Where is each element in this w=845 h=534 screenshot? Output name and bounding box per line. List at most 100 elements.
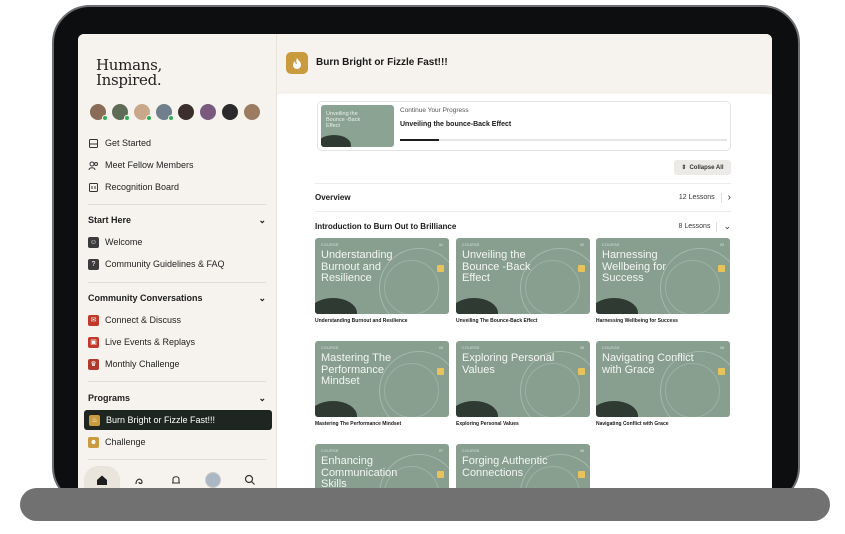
online-indicator <box>146 115 152 121</box>
divider <box>88 459 266 460</box>
nav-community-guidelines[interactable]: ? Community Guidelines & FAQ <box>88 255 225 273</box>
course-card[interactable]: COURSE 03 Harnessing Wellbeing for Success… <box>596 238 730 324</box>
thumb-decoration <box>315 298 357 314</box>
badge-icon <box>578 471 585 478</box>
course-caption: Navigating Conflict with Grace <box>596 421 669 427</box>
chevron-down-icon[interactable]: ⌄ <box>258 393 266 404</box>
divider <box>315 183 731 184</box>
course-number: 04 <box>439 346 443 350</box>
divider <box>315 211 731 212</box>
badge-icon <box>718 368 725 375</box>
avatar[interactable] <box>242 102 262 122</box>
avatar[interactable] <box>88 102 108 122</box>
thumb-decoration <box>596 298 638 314</box>
module-title: Introduction to Burn Out to Brilliance <box>315 222 457 231</box>
course-card[interactable]: COURSE 08 Forging Authentic Connections <box>456 444 590 494</box>
section-community-conversations[interactable]: Community Conversations ⌄ <box>88 293 266 304</box>
chevron-down-icon[interactable]: ⌄ <box>258 215 266 226</box>
badge-icon <box>437 368 444 375</box>
course-kicker: COURSE <box>462 243 480 247</box>
nav-challenge[interactable]: ☻ Challenge <box>88 433 146 451</box>
divider <box>88 282 266 283</box>
nav-connect-discuss[interactable]: ✉ Connect & Discuss <box>88 311 181 329</box>
course-thumb-title: Harnessing Wellbeing for Success <box>602 249 666 284</box>
flame-icon: ♨ <box>89 414 100 426</box>
continue-title: Unveiling the bounce-Back Effect <box>400 121 512 128</box>
avatar[interactable] <box>176 102 196 122</box>
nav-get-started[interactable]: Get Started <box>88 134 151 152</box>
avatar[interactable] <box>132 102 152 122</box>
nav-recognition-board[interactable]: Recognition Board <box>88 178 179 196</box>
avatar[interactable] <box>198 102 218 122</box>
chevron-down-icon[interactable]: ⌄ <box>258 293 266 304</box>
thumb-decoration <box>315 401 357 417</box>
course-number: 07 <box>439 449 443 453</box>
chevron-down-icon[interactable]: ⌄ <box>723 221 731 232</box>
continue-label: Continue Your Progress <box>400 107 469 114</box>
course-card[interactable]: COURSE 06 Navigating Conflict with Grace Na… <box>596 341 730 427</box>
overview-row[interactable]: Overview 12 Lessons › <box>315 192 731 203</box>
section-title: Community Conversations <box>88 293 203 303</box>
course-kicker: COURSE <box>602 346 620 350</box>
thumb-decoration <box>321 135 351 147</box>
collapse-label: Collapse All <box>689 164 724 171</box>
course-thumb-title: Understanding Burnout and Resilience <box>321 249 393 284</box>
course-card[interactable]: COURSE 07 Enhancing Communication Skills <box>315 444 449 494</box>
laptop-base <box>20 488 830 521</box>
nav-burn-bright-active[interactable]: ♨ Burn Bright or Fizzle Fast!!! <box>84 410 272 430</box>
avatar[interactable] <box>154 102 174 122</box>
course-card[interactable]: COURSE 01 Understanding Burnout and Resili… <box>315 238 449 324</box>
course-caption: Understanding Burnout and Resilience <box>315 318 408 324</box>
nav-label: Meet Fellow Members <box>105 160 194 170</box>
main-content: Burn Bright or Fizzle Fast!!! Unveiling … <box>277 34 772 494</box>
overview-count: 12 Lessons <box>678 194 715 201</box>
separator <box>716 221 718 232</box>
module-count: 8 Lessons <box>678 223 711 230</box>
continue-progress-card[interactable]: Unveiling the Bounce -Back Effect Contin… <box>317 101 731 151</box>
nav-welcome[interactable]: ☺ Welcome <box>88 233 142 251</box>
nav-label: Burn Bright or Fizzle Fast!!! <box>106 415 216 425</box>
avatar[interactable] <box>220 102 240 122</box>
course-number: 03 <box>720 243 724 247</box>
divider <box>88 204 266 205</box>
discuss-icon: ✉ <box>88 314 99 326</box>
inbox-icon <box>88 138 99 149</box>
course-card[interactable]: COURSE 05 Exploring Personal Values Explori… <box>456 341 590 427</box>
badge-icon <box>437 471 444 478</box>
chevron-right-icon[interactable]: › <box>728 192 731 203</box>
course-card[interactable]: COURSE 02 Unveiling the Bounce -Back Effec… <box>456 238 590 324</box>
online-indicator <box>168 115 174 121</box>
challenge-icon: ☻ <box>88 436 99 448</box>
course-thumbnail: COURSE 02 Unveiling the Bounce -Back Effec… <box>456 238 590 314</box>
continue-thumbnail: Unveiling the Bounce -Back Effect <box>321 105 394 147</box>
section-programs[interactable]: Programs ⌄ <box>88 393 266 404</box>
nav-label: Community Guidelines & FAQ <box>105 259 225 269</box>
nav-meet-fellow-members[interactable]: Meet Fellow Members <box>88 156 194 174</box>
progress-bar <box>400 139 727 141</box>
overview-meta: 12 Lessons › <box>679 192 731 203</box>
nav-label: Get Started <box>105 138 152 148</box>
section-title: Programs <box>88 393 131 403</box>
course-kicker: COURSE <box>321 346 339 350</box>
welcome-icon: ☺ <box>88 236 99 248</box>
sidebar: Humans, Inspired. Get Started Meet Fello… <box>78 34 277 494</box>
nav-label: Connect & Discuss <box>105 315 182 325</box>
course-thumbnail: COURSE 01 Understanding Burnout and Resili… <box>315 238 449 314</box>
course-thumb-title: Exploring Personal Values <box>462 352 555 376</box>
avatar[interactable] <box>110 102 130 122</box>
course-card[interactable]: COURSE 04 Mastering The Performance Mindse… <box>315 341 449 427</box>
flame-icon <box>286 52 308 74</box>
guidelines-icon: ? <box>88 258 99 270</box>
course-thumbnail: COURSE 04 Mastering The Performance Mindse… <box>315 341 449 417</box>
course-kicker: COURSE <box>462 346 480 350</box>
trophy-icon: ♛ <box>88 358 99 370</box>
nav-label: Welcome <box>105 237 143 247</box>
module-row[interactable]: Introduction to Burn Out to Brilliance 8… <box>315 221 731 232</box>
course-thumb-title: Forging Authentic Connections <box>462 455 548 479</box>
course-caption: Exploring Personal Values <box>456 421 519 427</box>
section-start-here[interactable]: Start Here ⌄ <box>88 215 266 226</box>
continue-thumb-text: Unveiling the Bounce -Back Effect <box>326 111 361 129</box>
nav-monthly-challenge[interactable]: ♛ Monthly Challenge <box>88 355 180 373</box>
nav-live-events[interactable]: ▣ Live Events & Replays <box>88 333 195 351</box>
collapse-all-button[interactable]: ⇕ Collapse All <box>674 160 731 175</box>
